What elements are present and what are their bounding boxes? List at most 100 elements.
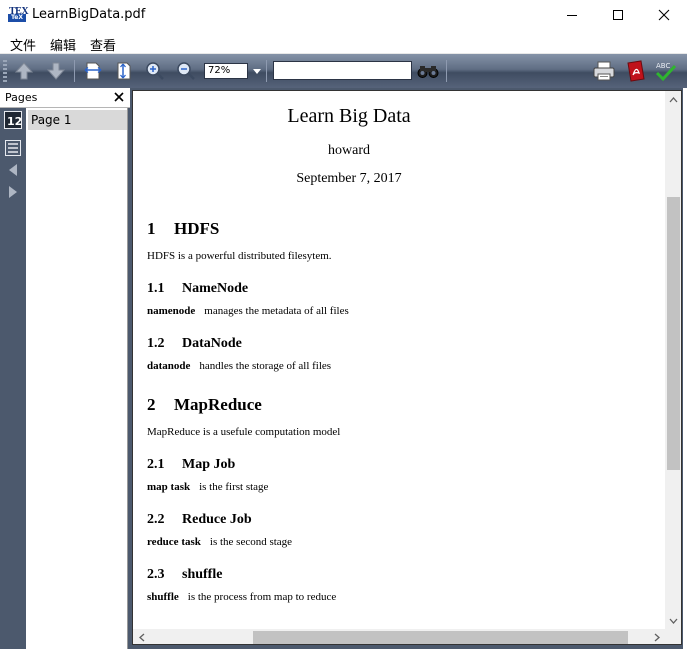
bookmarks-tab[interactable] — [4, 139, 22, 157]
svg-text:ABC: ABC — [656, 62, 670, 70]
app-icon-bottom-text: TeX — [8, 14, 26, 22]
page-thumbnails-tab[interactable]: 12 — [4, 111, 22, 129]
find-button[interactable] — [416, 59, 440, 83]
subsection-number: 2.1 — [147, 457, 165, 472]
subsection-number: 2.3 — [147, 567, 165, 582]
scroll-left-button[interactable] — [133, 629, 150, 644]
scroll-down-button[interactable] — [665, 612, 681, 629]
subsection-number: 1.2 — [147, 336, 165, 351]
document-view[interactable]: Learn Big Data howard September 7, 2017 … — [132, 90, 682, 645]
definition-paragraph: datanode handles the storage of all files — [147, 360, 331, 372]
subsection-heading: 2.2 Reduce Job — [147, 512, 252, 528]
tex-app-icon: TEX TeX — [8, 6, 29, 24]
subsection-heading: 2.1 Map Job — [147, 457, 235, 473]
definition-term: datanode — [147, 360, 191, 372]
section-title: HDFS — [174, 219, 220, 238]
menu-bar: 文件 编辑 查看 — [0, 30, 687, 54]
window-title: LearnBigData.pdf — [32, 7, 146, 22]
close-icon — [658, 9, 670, 21]
pages-panel-header: Pages — [0, 88, 130, 108]
horizontal-scrollbar[interactable] — [133, 629, 665, 644]
panel-forward-button[interactable] — [4, 183, 22, 201]
spellcheck-button[interactable]: ABC — [654, 59, 678, 83]
chevron-left-icon — [138, 633, 144, 642]
printer-icon — [593, 61, 615, 81]
minimize-button[interactable] — [549, 0, 595, 30]
document-date: September 7, 2017 — [296, 171, 402, 186]
section-title: MapReduce — [174, 395, 262, 414]
maximize-button[interactable] — [595, 0, 641, 30]
vertical-scroll-thumb[interactable] — [667, 197, 680, 470]
page-list-item[interactable]: Page 1 — [28, 110, 127, 130]
section-number: 1 — [147, 219, 156, 238]
fit-page-icon — [117, 62, 131, 80]
menu-view[interactable]: 查看 — [90, 35, 116, 54]
vertical-scrollbar[interactable] — [665, 91, 681, 629]
page-number-icon-text: 12 — [7, 115, 22, 128]
spellcheck-icon: ABC — [655, 62, 677, 82]
zoom-select[interactable]: 72% — [204, 63, 248, 79]
zoom-dropdown-button[interactable] — [251, 63, 263, 79]
close-panel-icon[interactable] — [112, 90, 126, 104]
subsection-number: 1.1 — [147, 281, 165, 296]
document-author: howard — [328, 143, 370, 158]
definition-text: handles the storage of all files — [199, 360, 332, 372]
previous-page-button[interactable] — [12, 59, 36, 83]
subsection-title: shuffle — [182, 567, 223, 582]
arrow-up-icon — [14, 62, 34, 80]
definition-text: manages the metadata of all files — [204, 305, 349, 317]
document-frame: Learn Big Data howard September 7, 2017 … — [130, 88, 687, 649]
definition-term: shuffle — [147, 591, 179, 603]
definition-paragraph: map task is the first stage — [147, 481, 268, 493]
document-title: Learn Big Data — [287, 105, 411, 127]
subsection-title: Map Job — [182, 457, 236, 472]
zoom-in-button[interactable] — [143, 59, 167, 83]
definition-text: is the process from map to reduce — [187, 591, 337, 603]
fit-page-button[interactable] — [112, 59, 136, 83]
triangle-left-icon — [9, 164, 17, 176]
definition-text: is the second stage — [209, 536, 293, 548]
toolbar-separator — [74, 60, 75, 82]
pages-list: Page 1 — [26, 108, 128, 649]
title-bar: TEX TeX LearnBigData.pdf — [0, 0, 687, 30]
chevron-down-icon — [253, 68, 261, 74]
definition-term: reduce task — [147, 536, 201, 548]
triangle-right-icon — [9, 186, 17, 198]
section-number: 2 — [147, 395, 156, 414]
section-heading: 2 MapReduce — [147, 395, 262, 415]
definition-paragraph: namenode manages the metadata of all file… — [147, 305, 349, 317]
toolbar-separator — [446, 60, 447, 82]
list-icon — [5, 140, 21, 156]
zoom-out-icon — [177, 62, 195, 80]
toolbar-grip[interactable] — [3, 60, 7, 82]
panel-back-button[interactable] — [4, 161, 22, 179]
definition-paragraph: shuffle is the process from map to reduce — [147, 591, 336, 603]
toolbar: 72% ABC — [0, 54, 687, 88]
print-button[interactable] — [592, 59, 616, 83]
window-edge — [683, 88, 687, 649]
scroll-right-button[interactable] — [648, 629, 665, 644]
next-page-button[interactable] — [44, 59, 68, 83]
scroll-up-button[interactable] — [665, 91, 681, 108]
subsection-title: Reduce Job — [182, 512, 252, 527]
definition-term: map task — [147, 481, 191, 493]
menu-edit[interactable]: 编辑 — [50, 35, 76, 54]
section-text: HDFS is a powerful distributed filesytem… — [147, 250, 332, 262]
chevron-right-icon — [654, 633, 660, 642]
pages-panel: Pages 12 Page 1 — [0, 88, 130, 649]
search-input[interactable] — [273, 61, 412, 80]
zoom-out-button[interactable] — [174, 59, 198, 83]
fit-width-button[interactable] — [81, 59, 105, 83]
horizontal-scroll-thumb[interactable] — [253, 631, 628, 644]
open-in-acrobat-button[interactable] — [624, 59, 648, 83]
subsection-title: DataNode — [182, 336, 242, 351]
binoculars-icon — [417, 66, 439, 78]
pdf-page: Learn Big Data howard September 7, 2017 … — [133, 91, 665, 629]
close-button[interactable] — [641, 0, 687, 30]
definition-paragraph: reduce task is the second stage — [147, 536, 292, 548]
definition-term: namenode — [147, 305, 196, 317]
menu-file[interactable]: 文件 — [10, 35, 36, 54]
arrow-down-icon — [46, 62, 66, 80]
fit-width-icon — [84, 62, 102, 80]
subsection-title: NameNode — [182, 281, 249, 296]
